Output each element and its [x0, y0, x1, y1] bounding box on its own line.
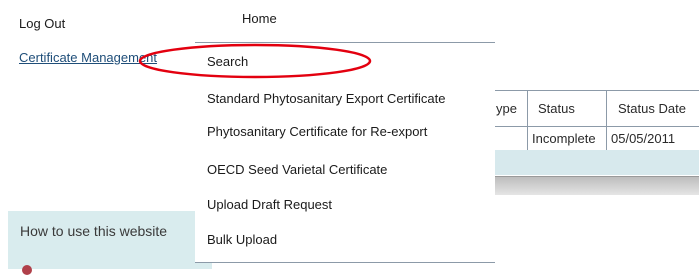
status-cell: Incomplete	[532, 131, 596, 146]
menu-item-standard-phytosanitary-export-certificate[interactable]: Standard Phytosanitary Export Certificat…	[207, 91, 445, 106]
column-header-status[interactable]: Status	[538, 91, 575, 126]
menu-divider	[195, 42, 495, 43]
menu-item-oecd-seed-varietal-certificate[interactable]: OECD Seed Varietal Certificate	[207, 162, 387, 177]
help-icon	[22, 265, 32, 275]
help-text[interactable]: How to use this website	[20, 224, 170, 238]
menu-item-search[interactable]: Search	[207, 54, 248, 69]
menu-item-upload-draft-request[interactable]: Upload Draft Request	[207, 197, 332, 212]
horizontal-scrollbar[interactable]	[470, 176, 699, 195]
column-divider	[606, 127, 607, 150]
column-header-type[interactable]: ype	[496, 91, 517, 126]
logout-link[interactable]: Log Out	[19, 16, 65, 31]
menu-home[interactable]: Home	[242, 11, 277, 26]
certificates-table: ype Status Status Date Incomplete 05/05/…	[470, 90, 699, 202]
table-row[interactable]: Incomplete 05/05/2011	[470, 126, 699, 151]
column-divider	[606, 91, 607, 126]
column-divider	[527, 91, 528, 126]
menu-item-bulk-upload[interactable]: Bulk Upload	[207, 232, 277, 247]
column-header-status-date[interactable]: Status Date	[618, 91, 686, 126]
menu-item-phytosanitary-certificate-re-export[interactable]: Phytosanitary Certificate for Re-export	[207, 124, 427, 139]
table-footer	[470, 150, 699, 175]
table-header: ype Status Status Date	[470, 90, 699, 126]
column-divider	[527, 127, 528, 150]
help-panel[interactable]: How to use this website	[8, 211, 212, 275]
status-date-cell: 05/05/2011	[611, 131, 676, 146]
certificate-management-link[interactable]: Certificate Management	[19, 50, 157, 65]
certificate-management-menu: Home Search Standard Phytosanitary Expor…	[195, 0, 495, 263]
